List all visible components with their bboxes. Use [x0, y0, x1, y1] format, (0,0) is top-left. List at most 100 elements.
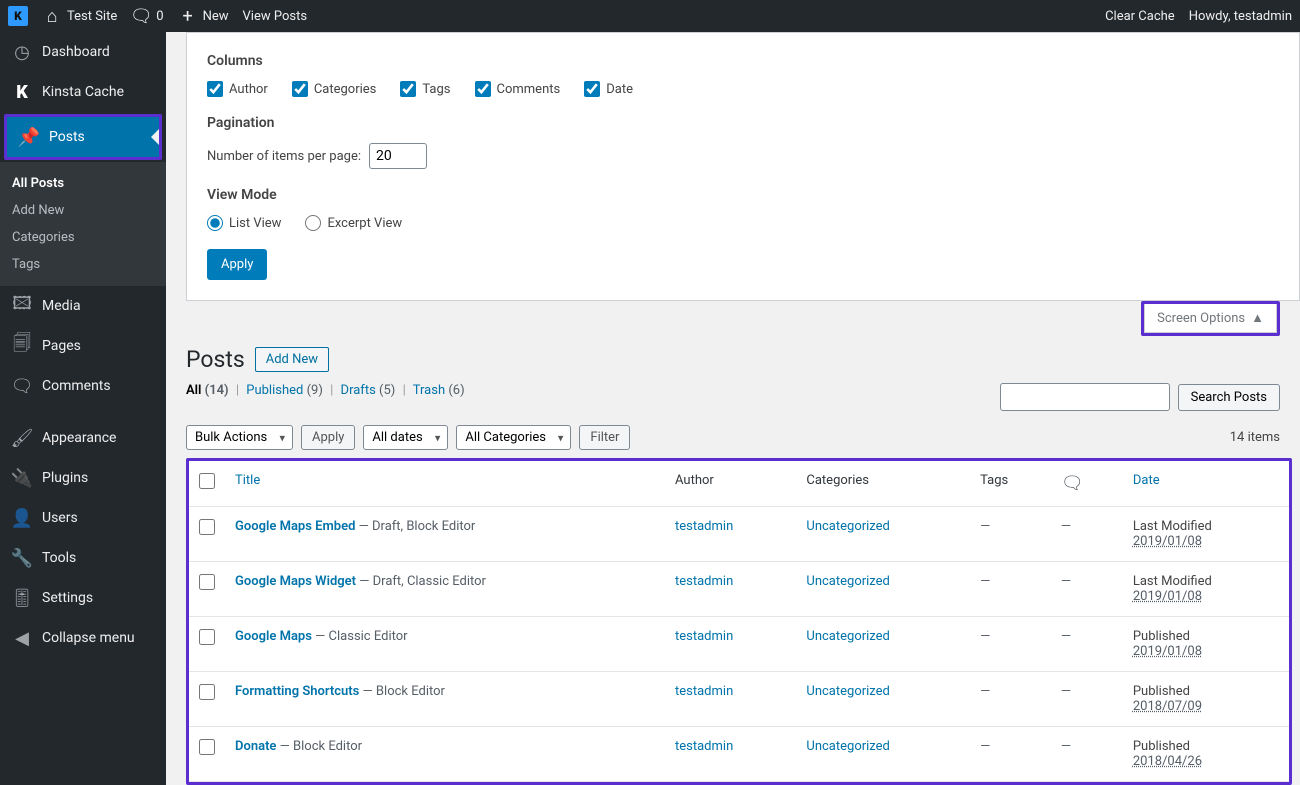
view-posts-link[interactable]: View Posts — [243, 9, 308, 24]
category-link[interactable]: Uncategorized — [806, 519, 889, 534]
table-row: Google Maps Embed — Draft, Block Editor … — [189, 507, 1289, 562]
pin-icon: 📌 — [19, 127, 39, 147]
sidebar-item-collapse[interactable]: ◀Collapse menu — [0, 618, 166, 658]
submenu-categories[interactable]: Categories — [0, 224, 166, 251]
brush-icon: 🖌 — [12, 428, 32, 448]
author-link[interactable]: testadmin — [675, 684, 733, 699]
sidebar-item-kinsta-cache[interactable]: KKinsta Cache — [0, 72, 166, 112]
tags-value: — — [980, 739, 990, 754]
chevron-up-icon: ▲ — [1251, 310, 1264, 326]
date-status: Published — [1133, 629, 1279, 644]
screen-options-tab[interactable]: Screen Options ▲ — [1144, 304, 1277, 333]
post-title-link[interactable]: Google Maps — [235, 629, 312, 644]
sidebar-item-dashboard[interactable]: ◷Dashboard — [0, 32, 166, 72]
filter-drafts[interactable]: Drafts (5) — [341, 383, 396, 398]
sidebar-item-media[interactable]: 🖾Media — [0, 286, 166, 326]
select-all-checkbox[interactable] — [199, 473, 215, 489]
dashboard-icon: ◷ — [12, 42, 32, 62]
col-checkbox-categories[interactable]: Categories — [292, 81, 377, 97]
date-filter-select[interactable]: All dates — [363, 425, 448, 450]
th-author: Author — [665, 461, 796, 507]
add-new-button[interactable]: Add New — [255, 347, 329, 372]
th-categories: Categories — [796, 461, 970, 507]
author-link[interactable]: testadmin — [675, 574, 733, 589]
per-page-input[interactable] — [369, 143, 427, 169]
kinsta-logo-link[interactable]: K — [8, 6, 28, 26]
search-posts-button[interactable]: Search Posts — [1178, 384, 1280, 411]
table-row: Donate — Block Editor testadmin Uncatego… — [189, 727, 1289, 782]
sidebar-item-settings[interactable]: 🎚Settings — [0, 578, 166, 618]
comments-value: — — [1061, 684, 1071, 699]
comments-value: — — [1061, 629, 1071, 644]
submenu-tags[interactable]: Tags — [0, 251, 166, 278]
bulk-apply-button[interactable]: Apply — [301, 425, 355, 450]
row-checkbox[interactable] — [199, 739, 215, 755]
th-title[interactable]: Title — [235, 473, 260, 488]
post-state: — Draft, Block Editor — [355, 519, 475, 534]
post-title-link[interactable]: Formatting Shortcuts — [235, 684, 359, 699]
comments-value: — — [1061, 519, 1071, 534]
settings-icon: 🎚 — [12, 588, 32, 608]
search-input[interactable] — [1000, 383, 1170, 411]
row-checkbox[interactable] — [199, 519, 215, 535]
col-checkbox-author[interactable]: Author — [207, 81, 268, 97]
filter-trash[interactable]: Trash (6) — [413, 383, 465, 398]
col-checkbox-tags[interactable]: Tags — [400, 81, 450, 97]
howdy-link[interactable]: Howdy, testadmin — [1189, 9, 1292, 24]
row-checkbox[interactable] — [199, 684, 215, 700]
view-mode-list[interactable]: List View — [207, 215, 281, 231]
author-link[interactable]: testadmin — [675, 739, 733, 754]
collapse-icon: ◀ — [12, 628, 32, 648]
filter-button[interactable]: Filter — [579, 425, 630, 450]
col-checkbox-date[interactable]: Date — [584, 81, 633, 97]
author-link[interactable]: testadmin — [675, 519, 733, 534]
tags-value: — — [980, 629, 990, 644]
row-checkbox[interactable] — [199, 629, 215, 645]
table-row: Google Maps Widget — Draft, Classic Edit… — [189, 562, 1289, 617]
category-filter-select[interactable]: All Categories — [456, 425, 571, 450]
sidebar-item-tools[interactable]: 🔧Tools — [0, 538, 166, 578]
comment-icon: 🗨 — [12, 376, 32, 396]
th-date[interactable]: Date — [1133, 473, 1160, 488]
sidebar-item-pages[interactable]: 🗐Pages — [0, 326, 166, 366]
clear-cache-link[interactable]: Clear Cache — [1105, 9, 1175, 24]
col-checkbox-comments[interactable]: Comments — [475, 81, 561, 97]
post-state: — Classic Editor — [312, 629, 408, 644]
tags-value: — — [980, 519, 990, 534]
table-row: Formatting Shortcuts — Block Editor test… — [189, 672, 1289, 727]
pagination-heading: Pagination — [207, 115, 1279, 131]
post-state: — Block Editor — [359, 684, 445, 699]
sidebar-item-plugins[interactable]: 🔌Plugins — [0, 458, 166, 498]
screen-options-apply-button[interactable]: Apply — [207, 249, 267, 280]
new-link[interactable]: +New — [178, 6, 229, 26]
category-link[interactable]: Uncategorized — [806, 739, 889, 754]
sidebar-item-appearance[interactable]: 🖌Appearance — [0, 418, 166, 458]
tags-value: — — [980, 684, 990, 699]
category-link[interactable]: Uncategorized — [806, 574, 889, 589]
filter-published[interactable]: Published (9) — [246, 383, 323, 398]
wrench-icon: 🔧 — [12, 548, 32, 568]
page-title: Posts — [186, 346, 245, 373]
post-title-link[interactable]: Donate — [235, 739, 276, 754]
bulk-actions-select[interactable]: Bulk Actions — [186, 425, 293, 450]
sidebar-item-posts[interactable]: 📌Posts — [7, 117, 159, 157]
post-title-link[interactable]: Google Maps Embed — [235, 519, 355, 534]
comments-link[interactable]: 🗨0 — [131, 6, 163, 26]
author-link[interactable]: testadmin — [675, 629, 733, 644]
submenu-add-new[interactable]: Add New — [0, 197, 166, 224]
category-link[interactable]: Uncategorized — [806, 629, 889, 644]
view-mode-heading: View Mode — [207, 187, 1279, 203]
category-link[interactable]: Uncategorized — [806, 684, 889, 699]
sidebar-item-comments[interactable]: 🗨Comments — [0, 366, 166, 406]
status-filter: All (14) | Published (9) | Drafts (5) | … — [166, 383, 485, 406]
post-title-link[interactable]: Google Maps Widget — [235, 574, 356, 589]
site-link[interactable]: ⌂Test Site — [42, 6, 117, 26]
comments-value: — — [1061, 574, 1071, 589]
sidebar-item-users[interactable]: 👤Users — [0, 498, 166, 538]
posts-submenu: All Posts Add New Categories Tags — [0, 162, 166, 286]
comment-bubble-icon: 🗨 — [1061, 473, 1084, 494]
view-mode-excerpt[interactable]: Excerpt View — [305, 215, 402, 231]
row-checkbox[interactable] — [199, 574, 215, 590]
submenu-all-posts[interactable]: All Posts — [0, 170, 166, 197]
th-tags: Tags — [970, 461, 1051, 507]
